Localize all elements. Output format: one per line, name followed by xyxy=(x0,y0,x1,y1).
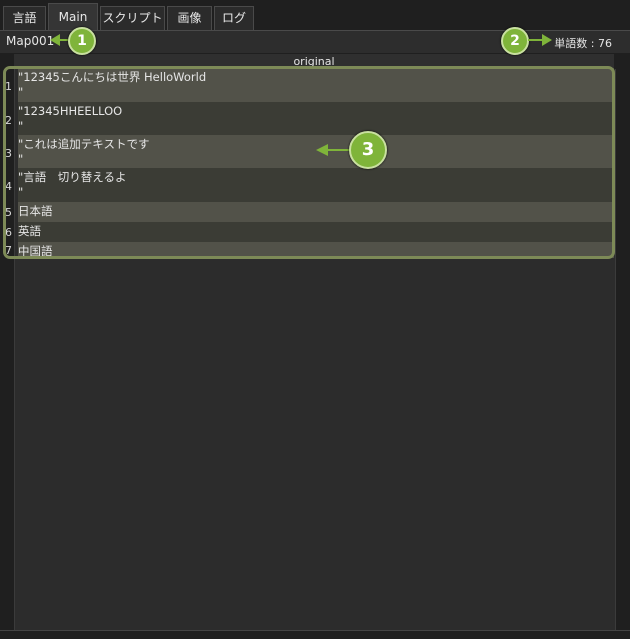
row-number: 4 xyxy=(5,180,12,193)
row-text[interactable]: 日本語 xyxy=(18,202,614,222)
annotation-badge-3: 3 xyxy=(349,131,387,169)
table-row[interactable]: 4 "言語 切り替えるよ " xyxy=(0,168,614,202)
row-text[interactable]: "言語 切り替えるよ " xyxy=(18,168,614,202)
tab-bar: 言語 Main スクリプト 画像 ログ xyxy=(0,0,630,31)
row-number: 1 xyxy=(5,80,12,93)
table-row[interactable]: 2 "12345HHEELLOO " xyxy=(0,102,614,135)
tab-language[interactable]: 言語 xyxy=(3,6,46,30)
row-number: 3 xyxy=(5,147,12,160)
arrow-right-icon xyxy=(528,34,552,46)
annotation-badge-1: 1 xyxy=(68,27,96,55)
row-text[interactable]: 中国語 xyxy=(18,242,614,258)
arrow-left-icon xyxy=(316,144,352,156)
table-row[interactable]: 5 日本語 xyxy=(0,202,614,222)
tab-main[interactable]: Main xyxy=(48,3,98,31)
word-count: 単語数 : 76 xyxy=(554,37,612,50)
row-number: 2 xyxy=(5,114,12,127)
row-number: 6 xyxy=(5,226,12,239)
row-text[interactable]: 英語 xyxy=(18,222,614,242)
annotation-badge-2: 2 xyxy=(501,27,529,55)
map-name: Map001 xyxy=(6,34,55,48)
tab-image[interactable]: 画像 xyxy=(167,6,212,30)
row-text[interactable]: "12345HHEELLOO " xyxy=(18,102,614,135)
table-row[interactable]: 6 英語 xyxy=(0,222,614,242)
table-row[interactable]: 7 中国語 xyxy=(0,242,614,258)
table-rows: 1 "12345こんにちは世界 HelloWorld " 2 "12345HHE… xyxy=(0,68,614,258)
tab-script[interactable]: スクリプト xyxy=(100,6,165,30)
row-text[interactable]: "12345こんにちは世界 HelloWorld " xyxy=(18,68,614,102)
table-row[interactable]: 3 "これは追加テキストです " xyxy=(0,135,614,168)
column-header-original[interactable]: original xyxy=(14,54,614,69)
table-row[interactable]: 1 "12345こんにちは世界 HelloWorld " xyxy=(0,68,614,102)
row-number: 7 xyxy=(5,244,12,257)
row-number: 5 xyxy=(5,206,12,219)
tab-log[interactable]: ログ xyxy=(214,6,254,30)
